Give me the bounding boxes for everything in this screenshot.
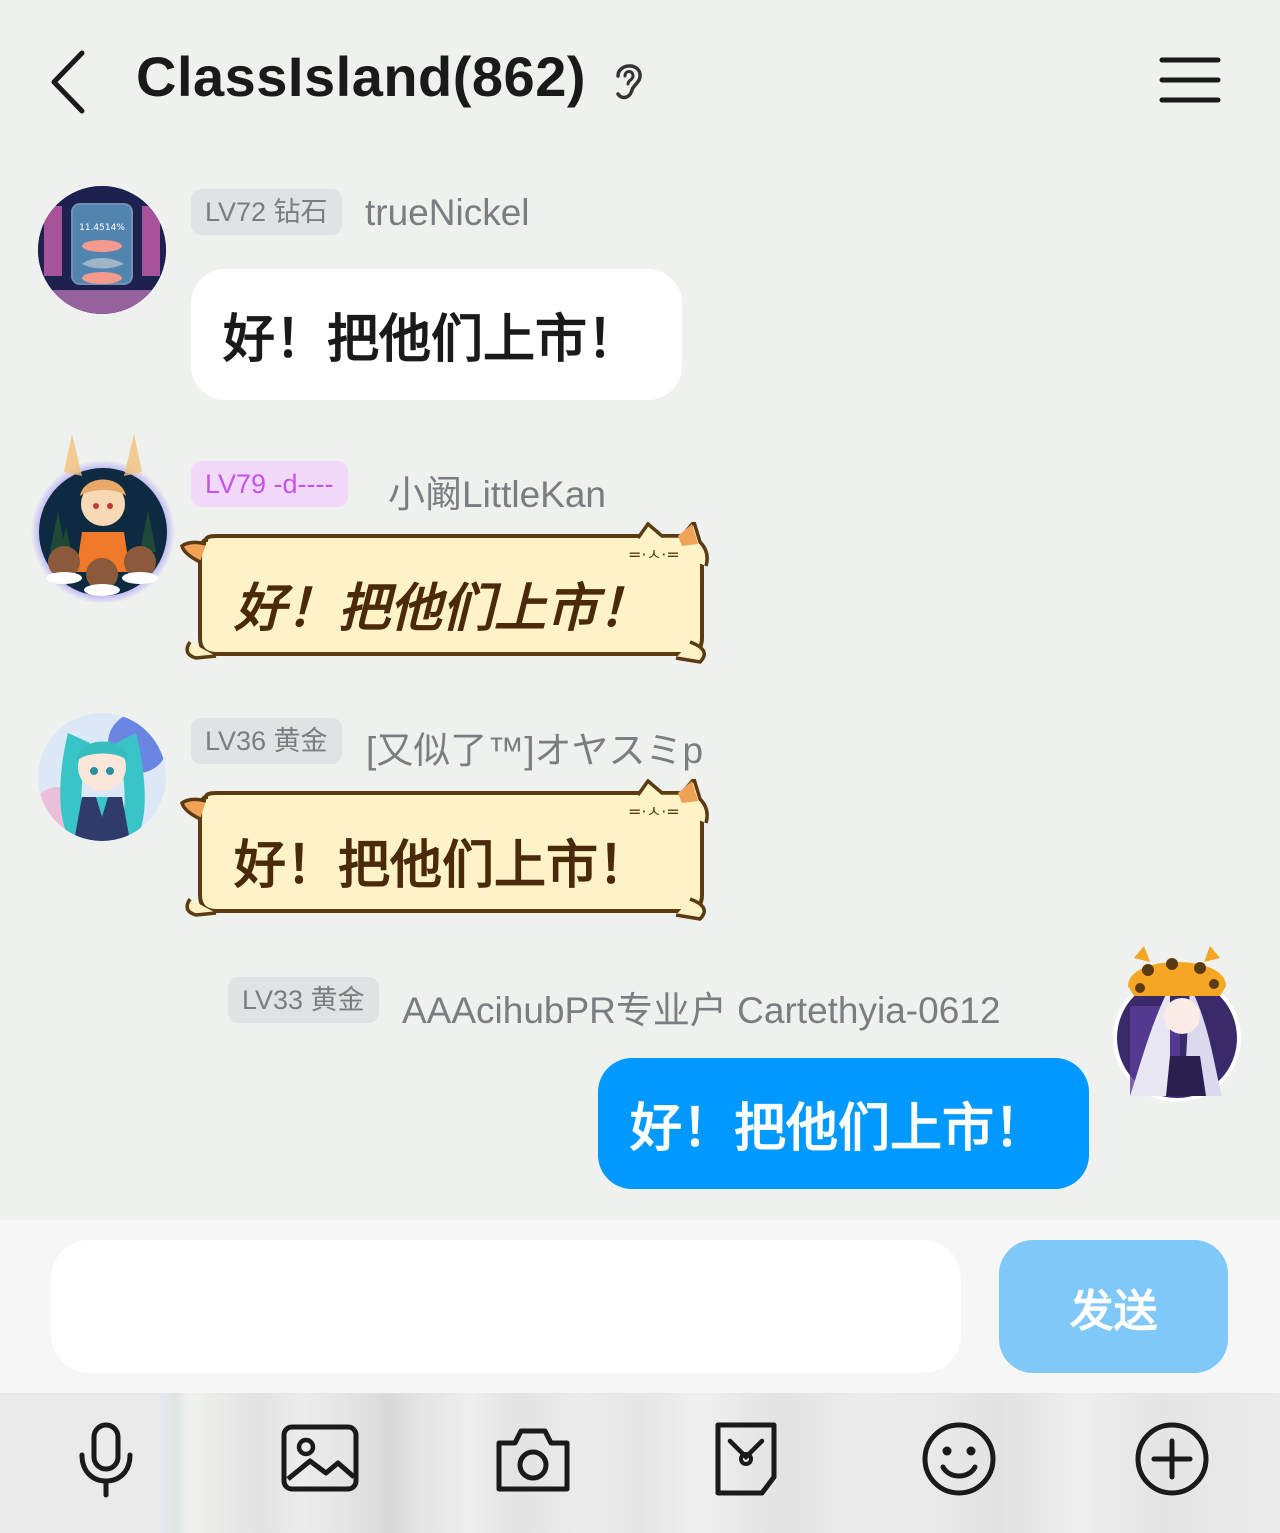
svg-text:11.4514%: 11.4514% (79, 223, 125, 233)
message-text: 好！把他们上市！ (223, 310, 640, 370)
cat-message-bubble[interactable]: =·ㅅ·= 好！把他们上市！ (176, 779, 716, 924)
avatar-image (1113, 946, 1241, 1102)
level-badge: LV72 钻石 (191, 189, 342, 235)
microphone-button[interactable] (58, 1411, 154, 1507)
sender-name[interactable]: 小阚LittleKan (388, 464, 606, 518)
sticker-icon (715, 1422, 777, 1496)
microphone-icon (79, 1422, 133, 1498)
svg-text:=·ㅅ·=: =·ㅅ·= (628, 545, 680, 564)
plus-icon (1135, 1422, 1209, 1496)
avatar-image (38, 713, 166, 841)
avatar-image (31, 434, 175, 604)
chat-title: ClassIsland(862) (136, 45, 586, 108)
emoji-icon (922, 1422, 996, 1496)
chevron-left-icon (51, 50, 85, 114)
self-message-bubble[interactable]: 好！把他们上市！ (598, 1058, 1089, 1189)
avatar-frame[interactable] (30, 432, 176, 604)
composer: 发送 (0, 1220, 1280, 1393)
chat-header: ClassIsland(862) (0, 0, 1280, 165)
self-avatar[interactable] (1110, 946, 1244, 1106)
svg-text:=·ㅅ·=: =·ㅅ·= (628, 802, 680, 821)
sender-name[interactable]: trueNickel (365, 192, 530, 234)
level-badge: LV79 -d---- (191, 461, 348, 507)
image-button[interactable] (272, 1411, 368, 1507)
send-button[interactable]: 发送 (999, 1240, 1228, 1373)
sender-name[interactable]: AAAcihubPR专业户 Cartethyia-0612 (402, 980, 1000, 1034)
ear-icon[interactable] (606, 56, 650, 106)
emoji-button[interactable] (911, 1411, 1007, 1507)
camera-button[interactable] (485, 1411, 581, 1507)
cat-message-bubble[interactable]: =·ㅅ·= 好！把他们上市！ (176, 522, 716, 667)
bottom-toolbar (0, 1393, 1280, 1533)
menu-icon[interactable] (1152, 48, 1228, 112)
message-input[interactable] (51, 1240, 961, 1373)
avatar[interactable] (38, 713, 166, 841)
back-button[interactable] (38, 42, 98, 122)
camera-icon (496, 1428, 570, 1492)
level-badge: LV36 黄金 (191, 718, 342, 764)
sender-name[interactable]: [又似了™]オヤスミp (366, 720, 703, 774)
plus-button[interactable] (1124, 1411, 1220, 1507)
message-text: 好！把他们上市！ (630, 1099, 1047, 1159)
message-text: 好！把他们上市！ (234, 836, 651, 896)
image-icon (281, 1424, 359, 1492)
sticker-button[interactable] (698, 1411, 794, 1507)
level-badge: LV33 黄金 (228, 977, 379, 1023)
message-bubble[interactable]: 好！把他们上市！ (191, 269, 682, 400)
avatar[interactable]: 11.4514% (38, 186, 166, 314)
message-text: 好！把他们上市！ (234, 579, 651, 639)
avatar-image: 11.4514% (38, 186, 166, 314)
